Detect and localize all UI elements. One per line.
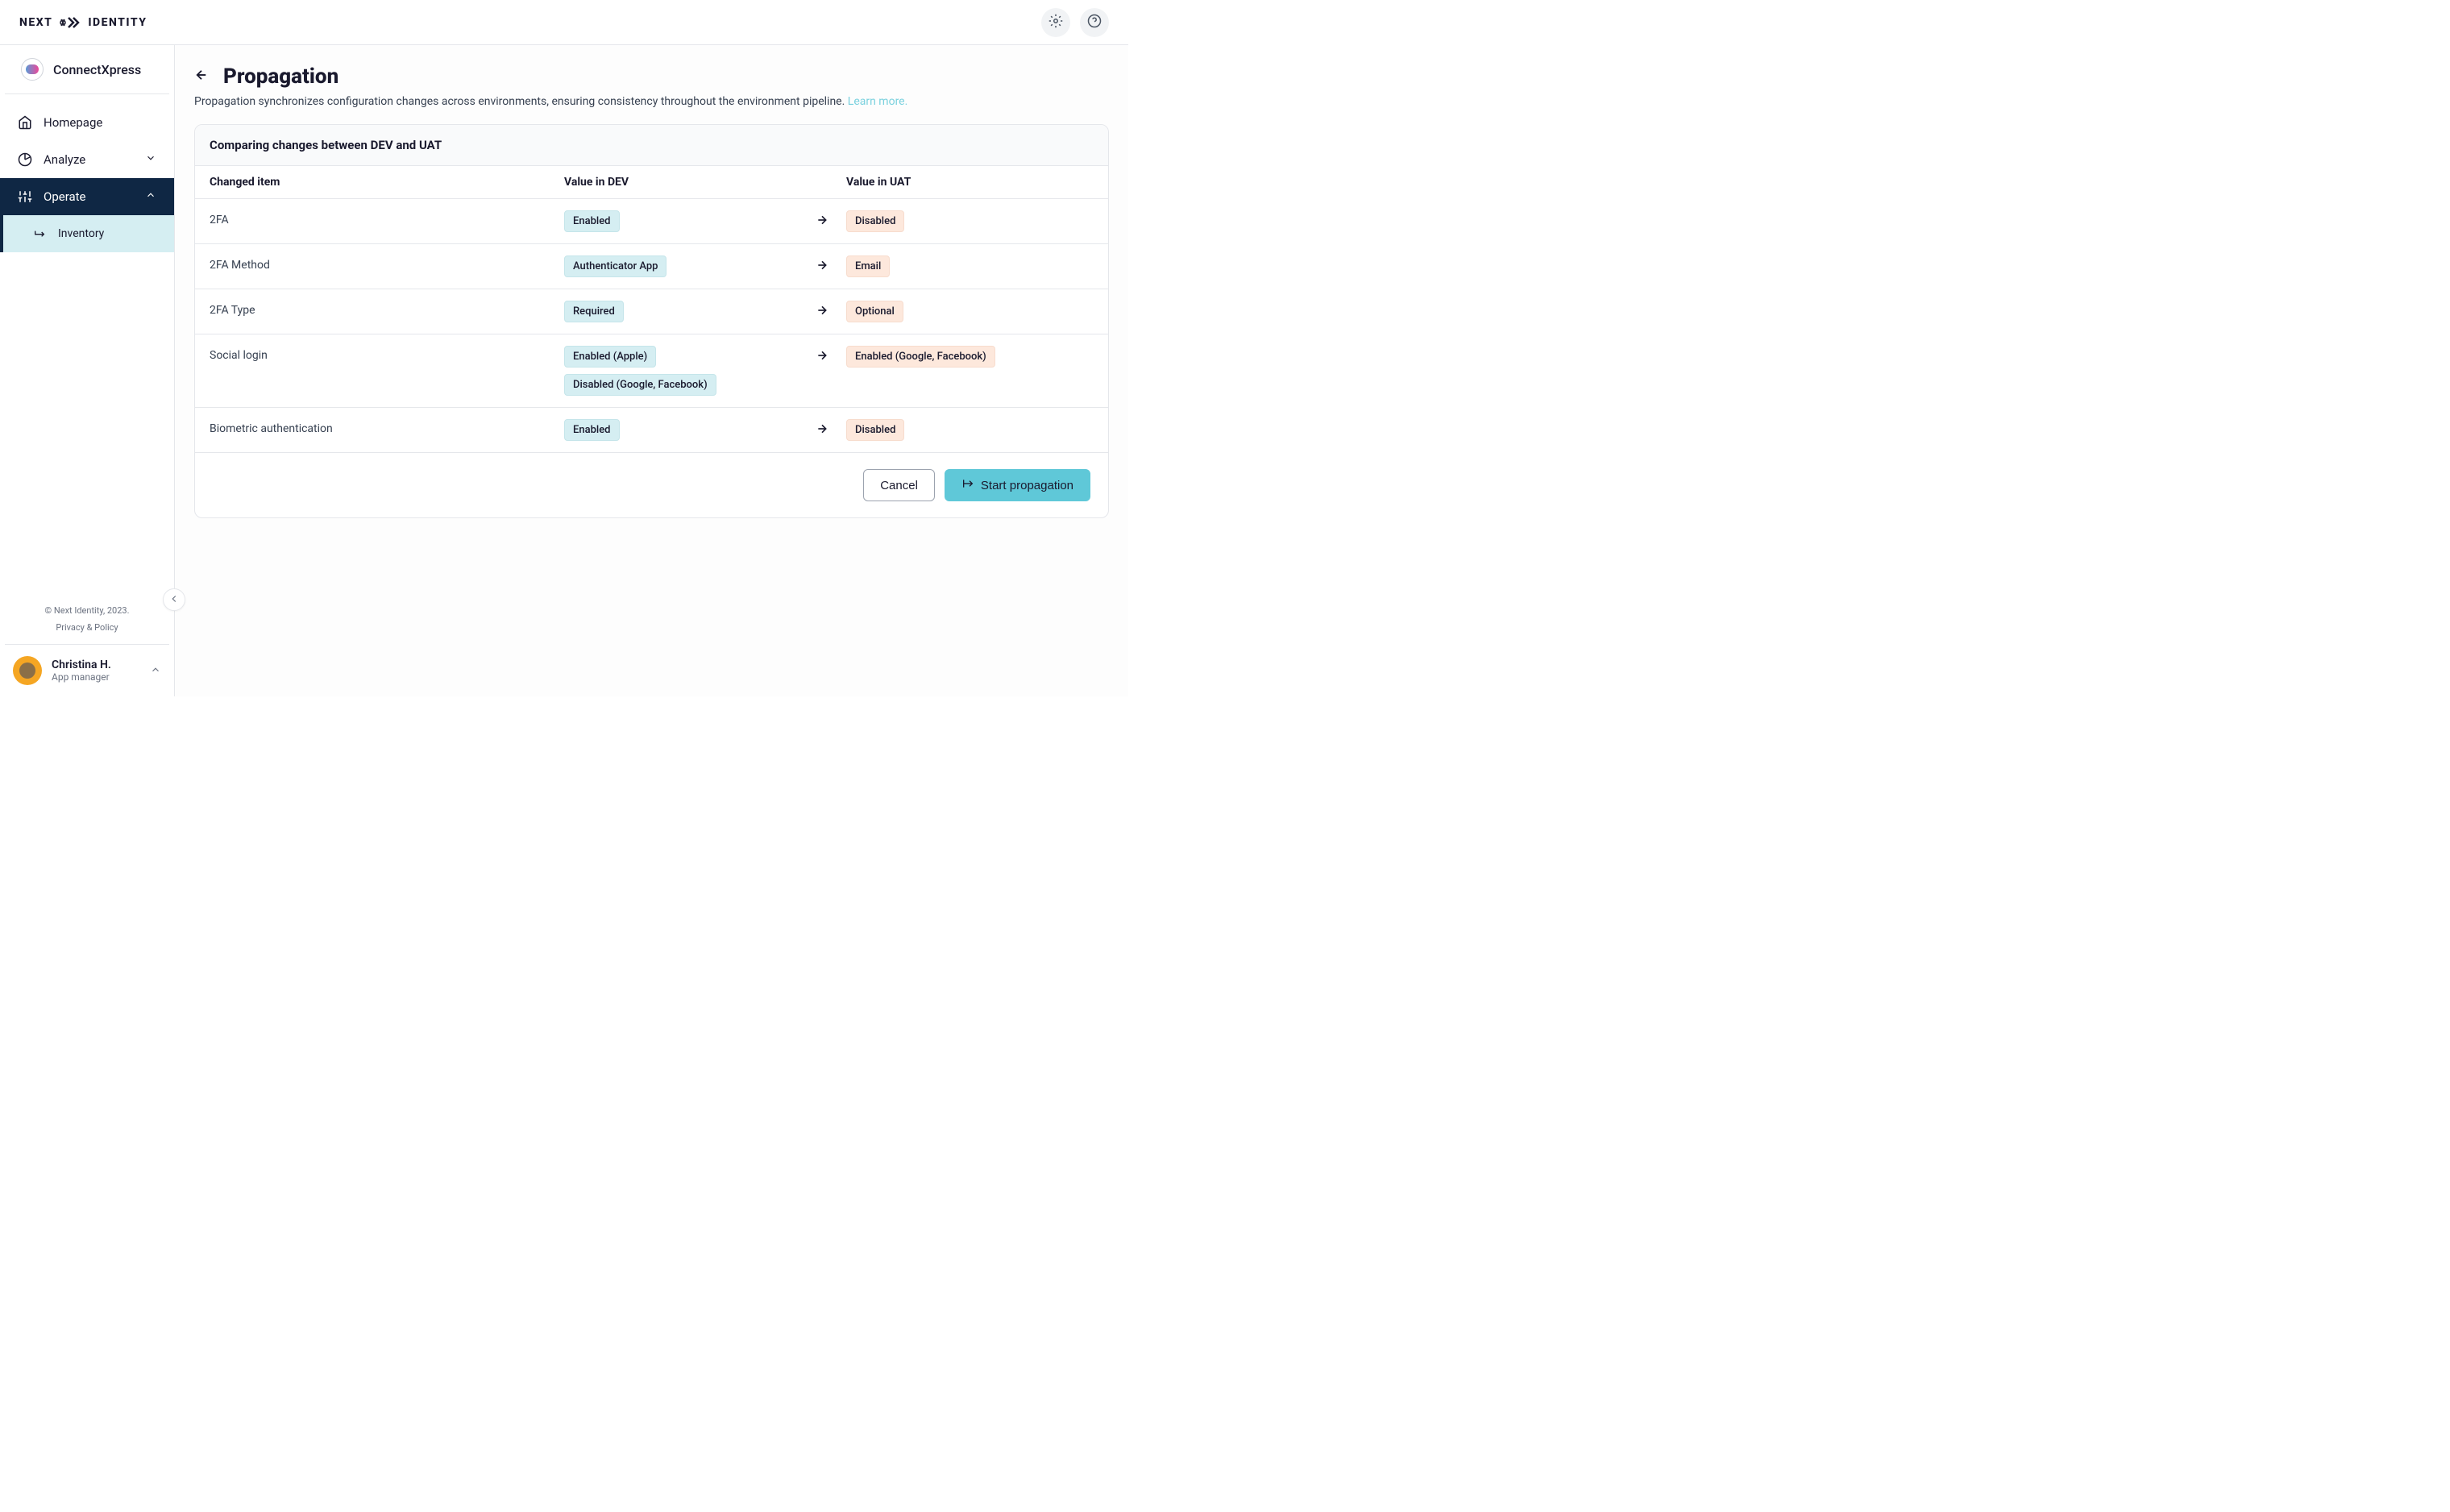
chevron-left-icon xyxy=(168,593,180,607)
arrow-right-icon xyxy=(798,301,846,317)
dev-value-badge: Enabled (Apple) xyxy=(564,346,656,368)
user-name: Christina H. xyxy=(52,658,140,671)
page-description-text: Propagation synchronizes configuration c… xyxy=(194,95,848,108)
help-button[interactable] xyxy=(1080,8,1109,37)
arrow-left-icon xyxy=(194,68,209,85)
project-selector[interactable]: ConnectXpress xyxy=(5,45,169,94)
logo-icon xyxy=(59,15,81,30)
propagate-icon xyxy=(961,477,974,493)
brand-logo: NEXT IDENTITY xyxy=(19,15,147,30)
chevron-down-icon xyxy=(145,152,156,167)
uat-values: Enabled (Google, Facebook) xyxy=(846,346,1094,368)
sidebar-item-operate[interactable]: Operate xyxy=(0,178,174,215)
sidebar-nav: Homepage Analyze Operate xyxy=(0,94,174,592)
header-actions xyxy=(1041,8,1109,37)
table-row: 2FAEnabled Disabled xyxy=(195,199,1108,244)
logo-text-next: NEXT xyxy=(19,16,52,29)
arrow-right-icon xyxy=(798,346,846,362)
help-icon xyxy=(1087,14,1102,31)
sidebar-item-analyze[interactable]: Analyze xyxy=(0,141,174,178)
card-footer: Cancel Start propagation xyxy=(195,453,1108,517)
page-header: Propagation xyxy=(194,64,1109,89)
project-logo xyxy=(21,58,44,81)
dev-values: Enabled xyxy=(564,210,798,232)
dev-values: Authenticator App xyxy=(564,255,798,277)
changed-item-name: 2FA Type xyxy=(210,301,564,317)
column-value-uat: Value in UAT xyxy=(846,176,1094,189)
sidebar-item-inventory[interactable]: Inventory xyxy=(0,215,174,252)
uat-value-badge: Disabled xyxy=(846,210,904,232)
dev-values: Enabled xyxy=(564,419,798,441)
dev-value-badge: Required xyxy=(564,301,624,322)
changed-item-name: 2FA xyxy=(210,210,564,226)
page-title: Propagation xyxy=(223,64,338,89)
main-content: Propagation Propagation synchronizes con… xyxy=(175,45,1128,696)
privacy-link[interactable]: Privacy & Policy xyxy=(5,619,169,645)
chart-icon xyxy=(18,152,32,167)
uat-value-badge: Disabled xyxy=(846,419,904,441)
sidebar-collapse-button[interactable] xyxy=(163,588,185,611)
sidebar: ConnectXpress Homepage Analyze xyxy=(0,45,175,696)
changed-item-name: 2FA Method xyxy=(210,255,564,272)
page-description: Propagation synchronizes configuration c… xyxy=(194,95,1109,108)
table-row: 2FA TypeRequired Optional xyxy=(195,289,1108,334)
sidebar-item-homepage[interactable]: Homepage xyxy=(0,104,174,141)
sidebar-item-label: Homepage xyxy=(44,115,102,130)
dev-values: Enabled (Apple) Disabled (Google, Faceboo… xyxy=(564,346,798,396)
sidebar-footer: © Next Identity, 2023. Privacy & Policy xyxy=(5,592,169,645)
start-propagation-button[interactable]: Start propagation xyxy=(945,469,1090,501)
dev-value-badge: Enabled xyxy=(564,210,620,232)
arrow-right-icon xyxy=(798,255,846,272)
back-button[interactable] xyxy=(194,68,209,85)
table-body: 2FAEnabledDisabled2FA MethodAuthenticato… xyxy=(195,199,1108,453)
logo-text-identity: IDENTITY xyxy=(88,16,147,29)
user-role: App manager xyxy=(52,671,140,683)
sidebar-item-label: Analyze xyxy=(44,152,85,167)
changed-item-name: Social login xyxy=(210,346,564,362)
card-title: Comparing changes between DEV and UAT xyxy=(195,125,1108,166)
copyright-text: © Next Identity, 2023. xyxy=(5,602,169,619)
chevron-up-icon xyxy=(145,189,156,204)
uat-values: Optional xyxy=(846,301,1094,322)
dev-value-badge: Enabled xyxy=(564,419,620,441)
sidebar-item-label: Inventory xyxy=(58,227,104,240)
column-changed-item: Changed item xyxy=(210,176,564,189)
table-row: Social loginEnabled (Apple) Disabled (Goo… xyxy=(195,334,1108,408)
cancel-button[interactable]: Cancel xyxy=(863,469,935,501)
table-header: Changed item Value in DEV Value in UAT xyxy=(195,166,1108,199)
arrow-right-icon xyxy=(798,419,846,435)
start-propagation-label: Start propagation xyxy=(981,479,1073,492)
uat-values: Email xyxy=(846,255,1094,277)
dev-values: Required xyxy=(564,301,798,322)
home-icon xyxy=(18,115,32,130)
settings-button[interactable] xyxy=(1041,8,1070,37)
avatar xyxy=(13,656,42,685)
table-row: 2FA MethodAuthenticator App Email xyxy=(195,244,1108,289)
app-header: NEXT IDENTITY xyxy=(0,0,1128,45)
uat-value-badge: Optional xyxy=(846,301,903,322)
dev-value-badge: Disabled (Google, Facebook) xyxy=(564,374,716,396)
gear-icon xyxy=(1049,14,1063,31)
uat-value-badge: Email xyxy=(846,255,890,277)
sliders-icon xyxy=(18,189,32,204)
sidebar-item-label: Operate xyxy=(44,189,86,204)
learn-more-link[interactable]: Learn more. xyxy=(848,95,908,108)
chevron-up-icon xyxy=(150,663,161,679)
uat-values: Disabled xyxy=(846,419,1094,441)
uat-values: Disabled xyxy=(846,210,1094,232)
dev-value-badge: Authenticator App xyxy=(564,255,666,277)
project-name: ConnectXpress xyxy=(53,62,141,77)
sub-arrow-icon xyxy=(32,226,47,241)
user-menu[interactable]: Christina H. App manager xyxy=(0,645,174,696)
user-info: Christina H. App manager xyxy=(52,658,140,683)
table-row: Biometric authenticationEnabled Disabled xyxy=(195,408,1108,453)
changed-item-name: Biometric authentication xyxy=(210,419,564,435)
arrow-right-icon xyxy=(798,210,846,226)
column-value-dev: Value in DEV xyxy=(564,176,798,189)
comparison-card: Comparing changes between DEV and UAT Ch… xyxy=(194,124,1109,518)
uat-value-badge: Enabled (Google, Facebook) xyxy=(846,346,995,368)
